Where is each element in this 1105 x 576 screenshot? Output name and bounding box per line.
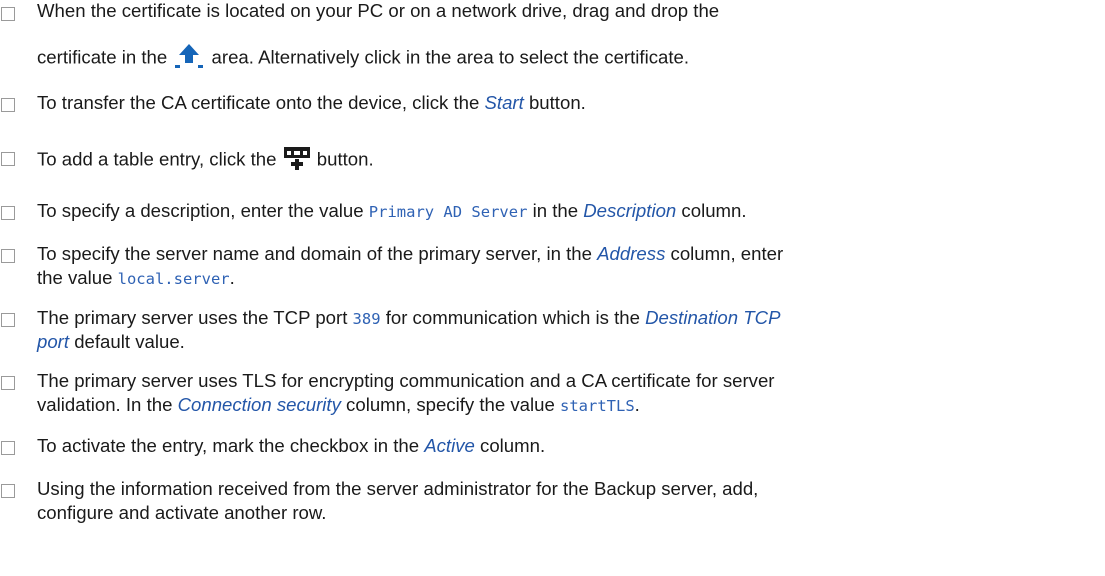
step-text: To activate the entry, mark the checkbox… <box>37 435 546 456</box>
step-checkbox[interactable] <box>1 206 15 220</box>
code-value: local.server <box>117 270 230 288</box>
step-text-line2: configure and activate another row. <box>37 502 327 523</box>
step-checkbox[interactable] <box>1 484 15 498</box>
step-text: The primary server uses TLS for encrypti… <box>37 370 775 391</box>
code-value: startTLS <box>560 397 635 415</box>
step-checkbox[interactable] <box>1 98 15 112</box>
active-column-ref: Active <box>424 435 475 456</box>
step-checkbox[interactable] <box>1 249 15 263</box>
step-checkbox[interactable] <box>1 441 15 455</box>
step-text: To transfer the CA certificate onto the … <box>37 92 586 113</box>
description-column-ref: Description <box>583 200 677 221</box>
step-checkbox[interactable] <box>1 313 15 327</box>
step-text: To add a table entry, click the button. <box>37 145 1097 176</box>
step-text: To specify a description, enter the valu… <box>37 200 747 221</box>
destination-tcp-port-ref: Destination TCP <box>645 307 781 328</box>
step-text: When the certificate is located on your … <box>37 0 720 21</box>
add-table-row-icon <box>282 145 312 176</box>
connection-security-column-ref: Connection security <box>177 394 341 415</box>
step-checkbox[interactable] <box>1 7 15 21</box>
upload-icon <box>172 43 206 74</box>
step-checkbox[interactable] <box>1 152 15 166</box>
step-text-line2: the value local.server. <box>37 267 235 288</box>
address-column-ref: Address <box>597 243 666 264</box>
code-value: 389 <box>352 310 381 328</box>
step-text-line2: certificate in the area. Alternatively c… <box>37 43 1097 74</box>
step-text: The primary server uses the TCP port 389… <box>37 307 781 328</box>
step-text-line2: validation. In the Connection security c… <box>37 394 640 415</box>
step-text-line2: port default value. <box>37 331 185 352</box>
start-button-ref: Start <box>484 92 524 113</box>
step-text: To specify the server name and domain of… <box>37 243 784 264</box>
instruction-list: When the certificate is located on your … <box>0 0 1105 576</box>
destination-tcp-port-ref-cont: port <box>37 331 70 352</box>
step-checkbox[interactable] <box>1 376 15 390</box>
code-value: Primary AD Server <box>368 203 528 221</box>
step-text: Using the information received from the … <box>37 478 759 499</box>
